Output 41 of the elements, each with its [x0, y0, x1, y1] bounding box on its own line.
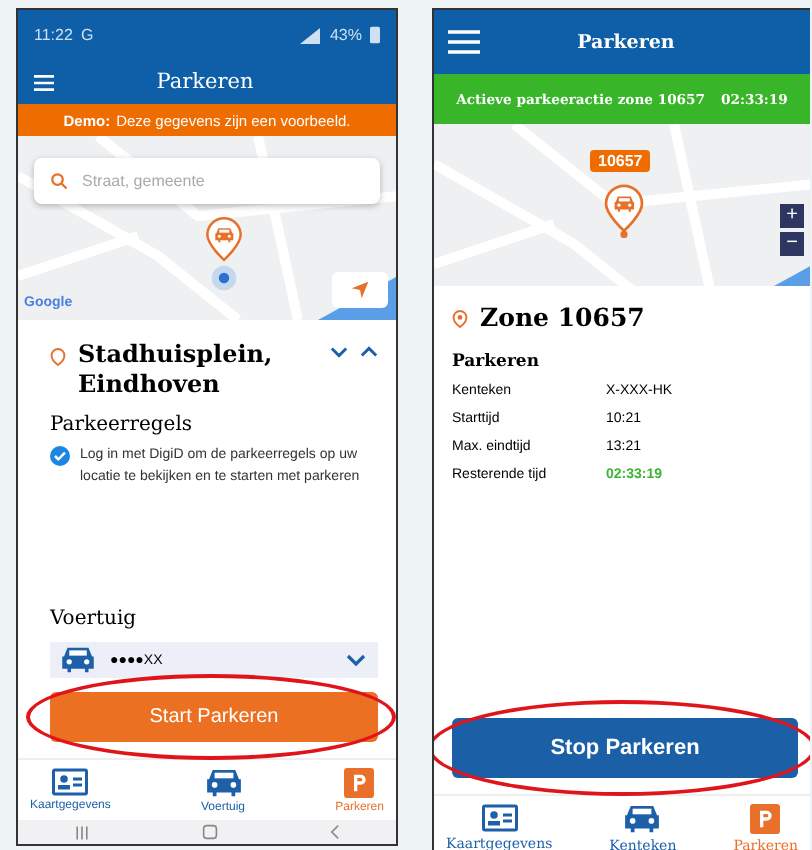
back-icon — [330, 824, 340, 840]
section-heading: Parkeerregels — [50, 414, 195, 436]
recent-apps-icon — [74, 825, 90, 839]
battery-icon — [370, 26, 380, 44]
header-title: Parkeren — [575, 31, 677, 53]
location-dot-icon — [210, 264, 238, 292]
header-title: Parkeren — [154, 70, 256, 94]
status-time: 11:22 — [34, 26, 73, 44]
location-pin-icon — [452, 308, 468, 330]
search-bar[interactable]: Straat, gemeente — [34, 158, 380, 204]
car-icon — [203, 767, 243, 797]
zoom-in-button[interactable]: + — [780, 204, 804, 228]
location-pin-icon — [50, 346, 66, 368]
id-card-icon — [52, 768, 89, 796]
car-icon — [60, 646, 96, 674]
primary-button[interactable]: Stop Parkeren — [452, 718, 798, 778]
menu-icon — [448, 30, 480, 54]
car-icon — [622, 803, 663, 833]
car-pin-icon — [204, 216, 244, 262]
menu-icon — [34, 73, 54, 91]
zone-title: Zone 10657 — [480, 302, 645, 332]
navigation-arrow-icon — [350, 280, 370, 300]
chevron-down-icon — [330, 346, 348, 358]
chevron-down-icon — [346, 654, 366, 666]
search-icon — [50, 172, 68, 190]
battery-level: 43% — [329, 26, 362, 44]
search-input[interactable]: Straat, gemeente — [82, 172, 342, 190]
zoom-out-button[interactable]: − — [780, 232, 804, 256]
home-icon — [202, 824, 218, 840]
location-title: Stadhuisplein, Eindhoven — [78, 340, 275, 400]
parking-icon — [344, 767, 375, 797]
status-carrier: G — [80, 26, 94, 44]
chevron-up-icon — [360, 346, 378, 358]
id-card-icon — [481, 804, 518, 832]
section-heading: Voertuig — [50, 608, 139, 630]
locate-button[interactable] — [332, 272, 388, 308]
zone-badge: 10657 — [590, 150, 651, 172]
signal-icon — [297, 25, 322, 45]
car-pin-icon — [602, 184, 646, 238]
parking-icon — [750, 803, 781, 833]
section-heading: Parkeren — [452, 352, 542, 372]
